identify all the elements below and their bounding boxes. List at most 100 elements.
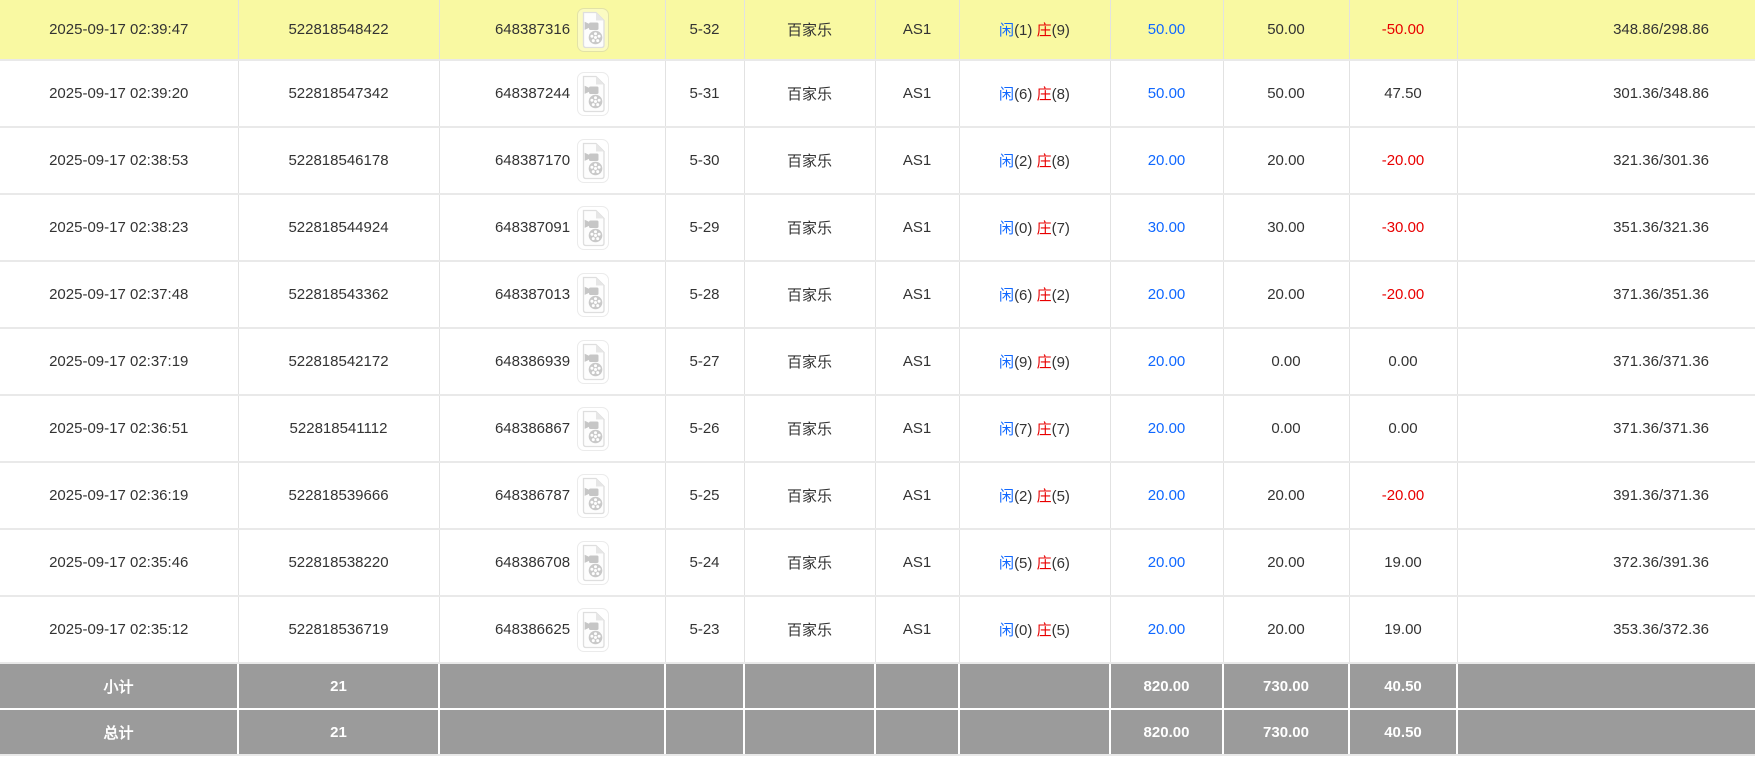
banker-score: (2)	[1052, 287, 1070, 304]
table-code-cell: AS1	[875, 462, 959, 529]
result-cell: 闲(5) 庄(6)	[959, 529, 1110, 596]
bet-time-cell: 2025-09-17 02:35:46	[0, 529, 238, 596]
bet-amount-link[interactable]: 20.00	[1110, 596, 1223, 663]
bet-amount-link[interactable]: 20.00	[1110, 127, 1223, 194]
video-file-icon	[580, 75, 606, 113]
result-cell: 闲(0) 庄(5)	[959, 596, 1110, 663]
balance-cell: 391.36/371.36	[1457, 462, 1755, 529]
bet-amount-link[interactable]: 20.00	[1110, 328, 1223, 395]
total-row: 总计 21 820.00 730.00 40.50	[0, 709, 1755, 755]
empty-cell	[665, 709, 744, 755]
video-replay-button[interactable]	[577, 340, 609, 384]
table-row: 2025-09-17 02:38:23 522818544924 6483870…	[0, 194, 1755, 261]
player-result-label: 闲	[999, 153, 1014, 170]
banker-score: (9)	[1052, 22, 1070, 39]
winloss-cell: 19.00	[1349, 529, 1457, 596]
empty-cell	[439, 709, 665, 755]
round-id-value: 648386939	[495, 353, 570, 370]
round-id-cell: 648386939	[439, 328, 665, 395]
table-row: 2025-09-17 02:35:12 522818536719 6483866…	[0, 596, 1755, 663]
table-code-cell: AS1	[875, 194, 959, 261]
bet-amount-link[interactable]: 20.00	[1110, 529, 1223, 596]
subtotal-valid: 730.00	[1223, 663, 1349, 709]
empty-cell	[1457, 709, 1755, 755]
bet-time-cell: 2025-09-17 02:39:20	[0, 60, 238, 127]
round-number-cell: 5-28	[665, 261, 744, 328]
bet-id-cell: 522818547342	[238, 60, 439, 127]
total-label: 总计	[0, 709, 238, 755]
bet-history-table: 2025-09-17 02:39:47 522818548422 6483873…	[0, 0, 1755, 756]
round-id-value: 648387170	[495, 152, 570, 169]
video-replay-button[interactable]	[577, 139, 609, 183]
game-type-cell: 百家乐	[744, 0, 875, 60]
round-number-cell: 5-30	[665, 127, 744, 194]
game-type-cell: 百家乐	[744, 60, 875, 127]
banker-result-label: 庄	[1037, 86, 1052, 103]
game-type-cell: 百家乐	[744, 596, 875, 663]
table-row: 2025-09-17 02:35:46 522818538220 6483867…	[0, 529, 1755, 596]
video-replay-button[interactable]	[577, 407, 609, 451]
round-number-cell: 5-31	[665, 60, 744, 127]
game-type-cell: 百家乐	[744, 462, 875, 529]
balance-cell: 372.36/391.36	[1457, 529, 1755, 596]
valid-amount-cell: 0.00	[1223, 395, 1349, 462]
total-count: 21	[238, 709, 439, 755]
round-id-cell: 648387244	[439, 60, 665, 127]
empty-cell	[875, 709, 959, 755]
balance-cell: 321.36/301.36	[1457, 127, 1755, 194]
winloss-cell: -20.00	[1349, 261, 1457, 328]
subtotal-label: 小计	[0, 663, 238, 709]
table-row: 2025-09-17 02:38:53 522818546178 6483871…	[0, 127, 1755, 194]
bet-amount-link[interactable]: 20.00	[1110, 261, 1223, 328]
winloss-cell: -20.00	[1349, 462, 1457, 529]
player-result-label: 闲	[999, 220, 1014, 237]
winloss-cell: 47.50	[1349, 60, 1457, 127]
empty-cell	[1457, 663, 1755, 709]
video-replay-button[interactable]	[577, 72, 609, 116]
game-type-cell: 百家乐	[744, 194, 875, 261]
bet-amount-link[interactable]: 20.00	[1110, 395, 1223, 462]
table-row: 2025-09-17 02:36:19 522818539666 6483867…	[0, 462, 1755, 529]
bottom-spacer	[0, 756, 1755, 766]
round-number-cell: 5-29	[665, 194, 744, 261]
video-replay-button[interactable]	[577, 474, 609, 518]
balance-cell: 301.36/348.86	[1457, 60, 1755, 127]
total-winloss: 40.50	[1349, 709, 1457, 755]
video-file-icon	[580, 142, 606, 180]
bet-amount-link[interactable]: 50.00	[1110, 0, 1223, 60]
banker-score: (5)	[1052, 488, 1070, 505]
video-file-icon	[580, 544, 606, 582]
banker-score: (9)	[1052, 354, 1070, 371]
winloss-cell: 0.00	[1349, 328, 1457, 395]
player-result-label: 闲	[999, 86, 1014, 103]
banker-score: (7)	[1052, 421, 1070, 438]
winloss-cell: 19.00	[1349, 596, 1457, 663]
banker-result-label: 庄	[1037, 22, 1052, 39]
banker-score: (7)	[1052, 220, 1070, 237]
bet-amount-link[interactable]: 20.00	[1110, 462, 1223, 529]
bet-time-cell: 2025-09-17 02:39:47	[0, 0, 238, 60]
video-replay-button[interactable]	[577, 206, 609, 250]
empty-cell	[959, 709, 1110, 755]
table-code-cell: AS1	[875, 127, 959, 194]
balance-cell: 371.36/371.36	[1457, 395, 1755, 462]
video-file-icon	[580, 276, 606, 314]
bet-id-cell: 522818536719	[238, 596, 439, 663]
result-cell: 闲(6) 庄(2)	[959, 261, 1110, 328]
round-number-cell: 5-25	[665, 462, 744, 529]
round-number-cell: 5-26	[665, 395, 744, 462]
video-replay-button[interactable]	[577, 273, 609, 317]
player-result-label: 闲	[999, 622, 1014, 639]
bet-amount-link[interactable]: 50.00	[1110, 60, 1223, 127]
result-cell: 闲(0) 庄(7)	[959, 194, 1110, 261]
round-id-value: 648387013	[495, 286, 570, 303]
game-type-cell: 百家乐	[744, 328, 875, 395]
banker-score: (8)	[1052, 86, 1070, 103]
bet-time-cell: 2025-09-17 02:36:19	[0, 462, 238, 529]
video-replay-button[interactable]	[577, 541, 609, 585]
bet-time-cell: 2025-09-17 02:38:23	[0, 194, 238, 261]
video-replay-button[interactable]	[577, 608, 609, 652]
video-replay-button[interactable]	[577, 8, 609, 52]
bet-amount-link[interactable]: 30.00	[1110, 194, 1223, 261]
banker-result-label: 庄	[1037, 287, 1052, 304]
